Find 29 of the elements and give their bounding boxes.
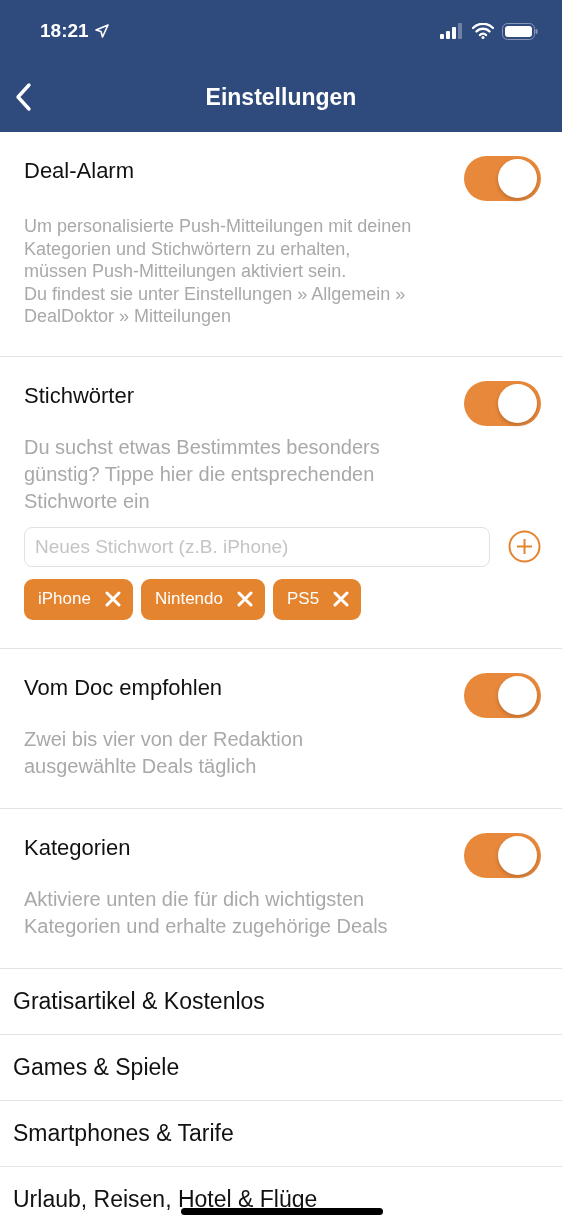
section-description: Um personalisierte Push-Mitteilungen mit deinen Kategorien und Stichwörtern zu erhalten, müssen Push-Mitteilungen aktiviert sein. Du findest sie unter Einstellungen » Allgemein » DealDoktor » Mitteilungen: [24, 215, 413, 328]
section-description: Du suchst etwas Bestimmtes besonders günstig? Tippe hier die entsprechenden Stichworte ein: [24, 434, 381, 514]
wifi-icon: [472, 23, 494, 39]
toggle-switch[interactable]: [464, 672, 541, 718]
status-time: 18:21: [40, 20, 89, 42]
tag-label: PS5: [287, 589, 320, 609]
category-item[interactable]: Gratisartikel & Kostenlos: [0, 968, 562, 1035]
tag-label: Nintendo: [154, 589, 223, 609]
add-button[interactable]: [508, 530, 541, 563]
toggle-switch[interactable]: [464, 380, 541, 426]
section-title: Stichwörter: [24, 382, 135, 409]
page-title: Einstellungen: [205, 83, 357, 111]
remove-tag-button[interactable]: [333, 591, 350, 607]
category-item[interactable]: Smartphones & Tarife: [0, 1100, 562, 1167]
section-title: Vom Doc empfohlen: [24, 674, 223, 701]
section-description: Zwei bis vier von der Redaktion ausgewählte Deals täglich: [24, 726, 304, 779]
keyword-input-field[interactable]: Neues Stichwort (z.B. iPhone): [24, 526, 490, 567]
tag-label: iPhone: [38, 589, 91, 609]
remove-tag-button[interactable]: [104, 591, 121, 607]
toggle-switch[interactable]: [464, 832, 541, 878]
section-description: Aktiviere unten die für dich wichtigsten Kategorien und erhalte zugehörige Deals: [24, 886, 389, 939]
section-title: Deal-Alarm: [24, 158, 135, 184]
location-arrow-icon: [94, 24, 109, 38]
signal-icon: [440, 23, 464, 39]
remove-tag-button[interactable]: [237, 591, 253, 607]
category-item[interactable]: Games & Spiele: [0, 1034, 562, 1101]
section-title: Kategorien: [24, 834, 131, 861]
toggle-switch[interactable]: [464, 156, 541, 201]
battery-icon: [502, 22, 538, 40]
